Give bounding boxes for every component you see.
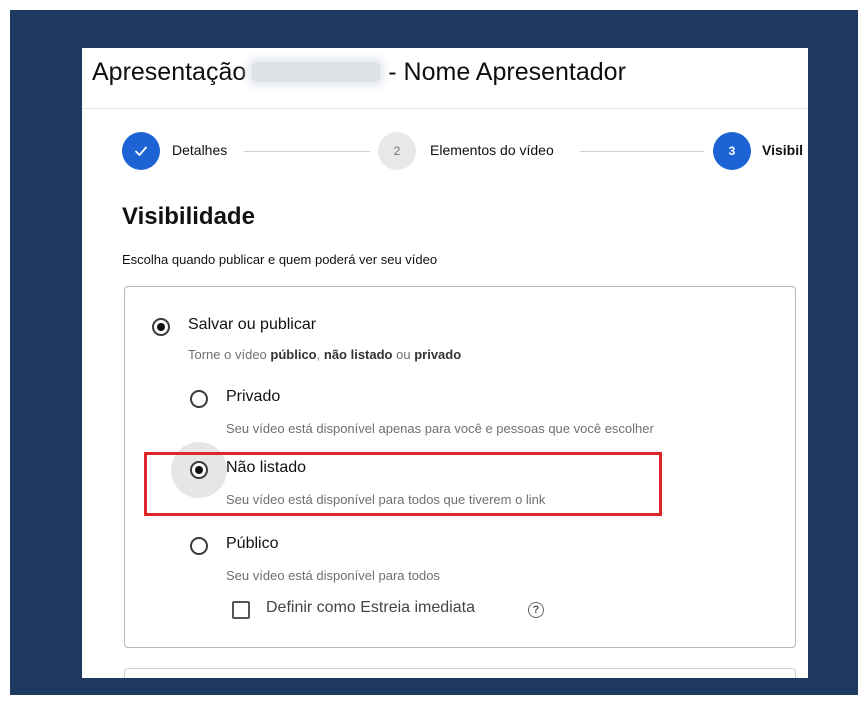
public-label[interactable]: Público [226, 535, 278, 553]
desc-private: privado [414, 347, 462, 362]
upload-dialog: Apresentação - Nome Apresentador Detalhes… [82, 48, 808, 678]
desc-comma: , [316, 347, 321, 362]
private-radio[interactable] [190, 390, 208, 408]
step-video-elements[interactable]: 2 [378, 132, 416, 170]
highlight-box [144, 452, 662, 516]
step-visibility[interactable]: 3 [713, 132, 751, 170]
step-details-complete[interactable] [122, 132, 160, 170]
desc-unlisted: não listado [323, 347, 393, 362]
save-publish-radio[interactable] [152, 318, 170, 336]
desc-prefix: Torne o vídeo [188, 347, 267, 362]
step-connector [580, 151, 704, 152]
help-icon[interactable]: ? [528, 602, 544, 618]
public-radio[interactable] [190, 537, 208, 555]
save-publish-description: Torne o vídeo público, não listado ou pr… [188, 347, 461, 362]
title-suffix: - Nome Apresentador [388, 57, 626, 86]
title-prefix: Apresentação [92, 57, 247, 86]
page-title: Apresentação - Nome Apresentador [92, 57, 626, 87]
redacted-text [252, 62, 381, 83]
step-label-details[interactable]: Detalhes [172, 142, 227, 158]
step-connector [244, 151, 370, 152]
section-subtitle: Escolha quando publicar e quem poderá ve… [122, 252, 438, 267]
premiere-label[interactable]: Definir como Estreia imediata [266, 599, 475, 617]
private-description: Seu vídeo está disponível apenas para vo… [226, 421, 654, 436]
check-icon [135, 146, 147, 156]
dialog-header: Apresentação - Nome Apresentador [82, 48, 808, 109]
step-label-video-elements[interactable]: Elementos do vídeo [430, 142, 554, 158]
stepper: Detalhes 2 Elementos do vídeo 3 Visibil [82, 126, 808, 176]
save-publish-label[interactable]: Salvar ou publicar [188, 316, 316, 334]
schedule-card [124, 668, 796, 678]
private-label[interactable]: Privado [226, 388, 280, 406]
premiere-checkbox[interactable] [232, 601, 250, 619]
desc-or: ou [396, 347, 411, 362]
desc-public: público [270, 347, 317, 362]
public-description: Seu vídeo está disponível para todos [226, 568, 440, 583]
step-label-visibility[interactable]: Visibil [762, 142, 803, 158]
section-title: Visibilidade [122, 203, 255, 230]
